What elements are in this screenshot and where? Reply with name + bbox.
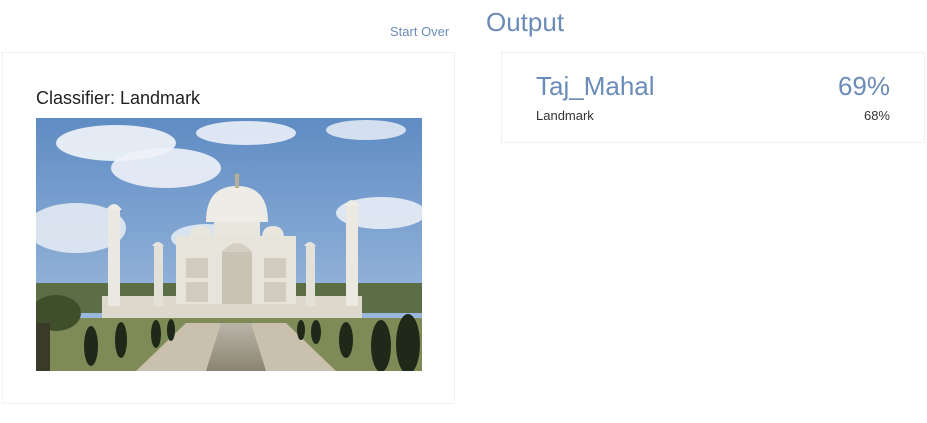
sub-class-score: 68% — [863, 108, 890, 123]
top-class-score: 69% — [837, 71, 890, 101]
classifier-label: Classifier: Landmark — [36, 88, 201, 108]
output-title: Output — [486, 7, 565, 37]
top-class-label: Taj_Mahal — [536, 71, 655, 101]
sub-class-label: Landmark — [536, 108, 594, 123]
result-panel: Taj_Mahal 69% Landmark 68% — [501, 52, 925, 143]
start-over-link[interactable]: Start Over — [390, 24, 449, 39]
input-image — [36, 118, 422, 371]
input-panel: Classifier: Landmark — [2, 52, 455, 404]
